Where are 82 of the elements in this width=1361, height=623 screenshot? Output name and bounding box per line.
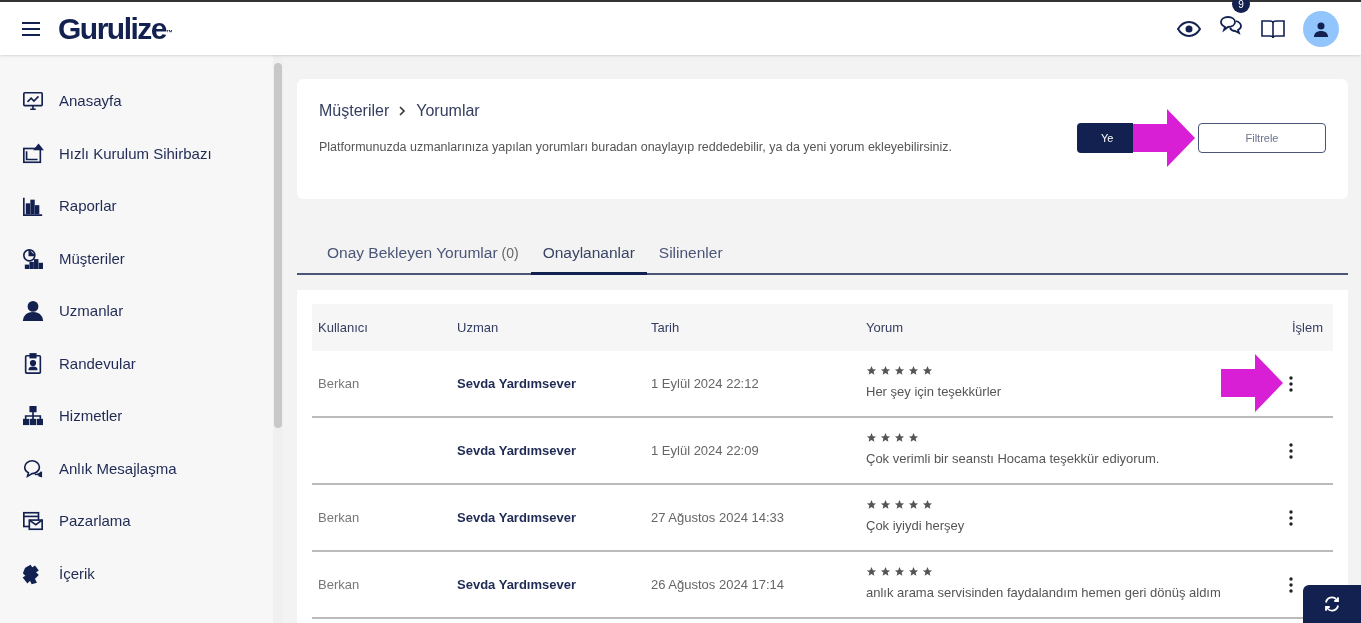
- star-icon: [880, 566, 891, 578]
- refresh-icon: [1323, 595, 1341, 613]
- comment-text: Çok iyiydi herşey: [866, 517, 966, 536]
- comment-text: anlık arama servisinden faydalandım hemen geri dönüş aldım: [866, 584, 1222, 603]
- chat-icon[interactable]: [1219, 14, 1243, 36]
- star-icon: [908, 499, 919, 511]
- more-vertical-icon: [1289, 576, 1293, 593]
- pie-chart-icon: [22, 247, 44, 270]
- bar-chart-icon: [22, 195, 44, 218]
- star-icon: [908, 566, 919, 578]
- star-icon: [922, 365, 933, 377]
- breadcrumb-current: Yorumlar: [416, 101, 480, 121]
- book-icon[interactable]: [1261, 18, 1285, 39]
- sidebar-item[interactable]: Müşteriler: [22, 232, 273, 285]
- star-icon: [880, 499, 891, 511]
- sidebar-item[interactable]: Randevular: [22, 337, 273, 390]
- filter-button[interactable]: Filtrele: [1198, 123, 1326, 153]
- star-icon: [908, 365, 919, 377]
- star-icon: [866, 432, 877, 444]
- star-icon: [866, 499, 877, 511]
- column-header: Kullanıcı: [318, 318, 369, 337]
- notification-badge: 9: [1232, 0, 1250, 13]
- arrow-icon: [1133, 109, 1195, 167]
- star-icon: [922, 566, 933, 578]
- table-cell: Berkan: [318, 509, 360, 525]
- chat-icon: [22, 457, 44, 480]
- more-vertical-icon: [1289, 375, 1293, 392]
- table-cell: Berkan: [318, 375, 360, 391]
- star-icon: [894, 432, 905, 444]
- column-header: Yorum: [866, 318, 905, 337]
- new-button[interactable]: Ye: [1077, 123, 1133, 153]
- sidebar-item[interactable]: Anasayfa: [22, 75, 273, 128]
- sidebar-item[interactable]: Hizmetler: [22, 390, 273, 443]
- more-vertical-icon: [1289, 509, 1293, 526]
- menu-button[interactable]: [22, 21, 40, 36]
- arrow-icon: [1221, 353, 1283, 412]
- sidebar-item[interactable]: Raporlar: [22, 180, 273, 233]
- clipboard-icon: [22, 352, 44, 375]
- sidebar-item[interactable]: Pazarlama: [22, 495, 273, 548]
- star-icon: [866, 566, 877, 578]
- star-icon: [880, 432, 891, 444]
- window-icon: [22, 142, 44, 165]
- table-cell-text: 26 Ağustos 2024 17:14: [651, 575, 785, 594]
- more-vertical-icon: [1289, 442, 1293, 459]
- star-icon: [880, 365, 891, 377]
- sidebar-item[interactable]: Uzmanlar: [22, 285, 273, 338]
- column-header: Tarih: [651, 318, 681, 337]
- sidebar-item[interactable]: Hızlı Kurulum Sihirbazı: [22, 127, 273, 180]
- sidebar-item[interactable]: İçerik: [22, 547, 273, 600]
- table-cell-text: Sevda Yardımsever: [457, 575, 577, 594]
- logo: Gurulize$^{™}$: [58, 13, 173, 44]
- calendar-mail-icon: [22, 510, 44, 533]
- star-icon: [894, 499, 905, 511]
- breadcrumb-link[interactable]: Müşteriler: [319, 99, 390, 123]
- tab[interactable]: Onaylananlar: [530, 234, 647, 275]
- tab[interactable]: Onay Bekleyen Yorumlar (0): [315, 234, 531, 275]
- page-description: Platformunuzda uzmanlarınıza yapılan yorumları buradan onaylayıp reddedebilir, ya da yeni yorum ekleyebilirsiniz.: [319, 139, 953, 156]
- column-header: İşlem: [1290, 318, 1324, 337]
- hierarchy-icon: [22, 405, 44, 428]
- user-icon: [22, 300, 44, 323]
- star-icon: [866, 365, 877, 377]
- table-cell-text: Sevda Yardımsever: [457, 508, 577, 527]
- tab[interactable]: Silinenler: [646, 234, 735, 275]
- eye-icon[interactable]: [1177, 20, 1201, 37]
- chevron-right-icon: [399, 106, 407, 116]
- monitor-icon: [22, 90, 44, 113]
- star-icon: [894, 365, 905, 377]
- comment-text: Çok verimli bir seanstı Hocama teşekkür ediyorum.: [866, 450, 1161, 469]
- sidebar-item[interactable]: Anlık Mesajlaşma: [22, 442, 273, 495]
- star-icon: [922, 499, 933, 511]
- table-cell-text: 27 Ağustos 2024 14:33: [651, 508, 785, 527]
- table-cell-text: Sevda Yardımsever: [457, 374, 577, 393]
- refresh-button[interactable]: [1303, 585, 1361, 623]
- comment-text: Her şey için teşekkürler: [866, 383, 1003, 402]
- table-cell-text: 1 Eylül 2024 22:12: [651, 374, 760, 393]
- table-cell-text: Sevda Yardımsever: [457, 441, 577, 460]
- table-cell-text: 1 Eylül 2024 22:09: [651, 441, 760, 460]
- star-icon: [894, 566, 905, 578]
- column-header: Uzman: [457, 318, 500, 337]
- star-icon: [908, 432, 919, 444]
- avatar[interactable]: [1303, 10, 1339, 47]
- table-cell: Berkan: [318, 576, 360, 592]
